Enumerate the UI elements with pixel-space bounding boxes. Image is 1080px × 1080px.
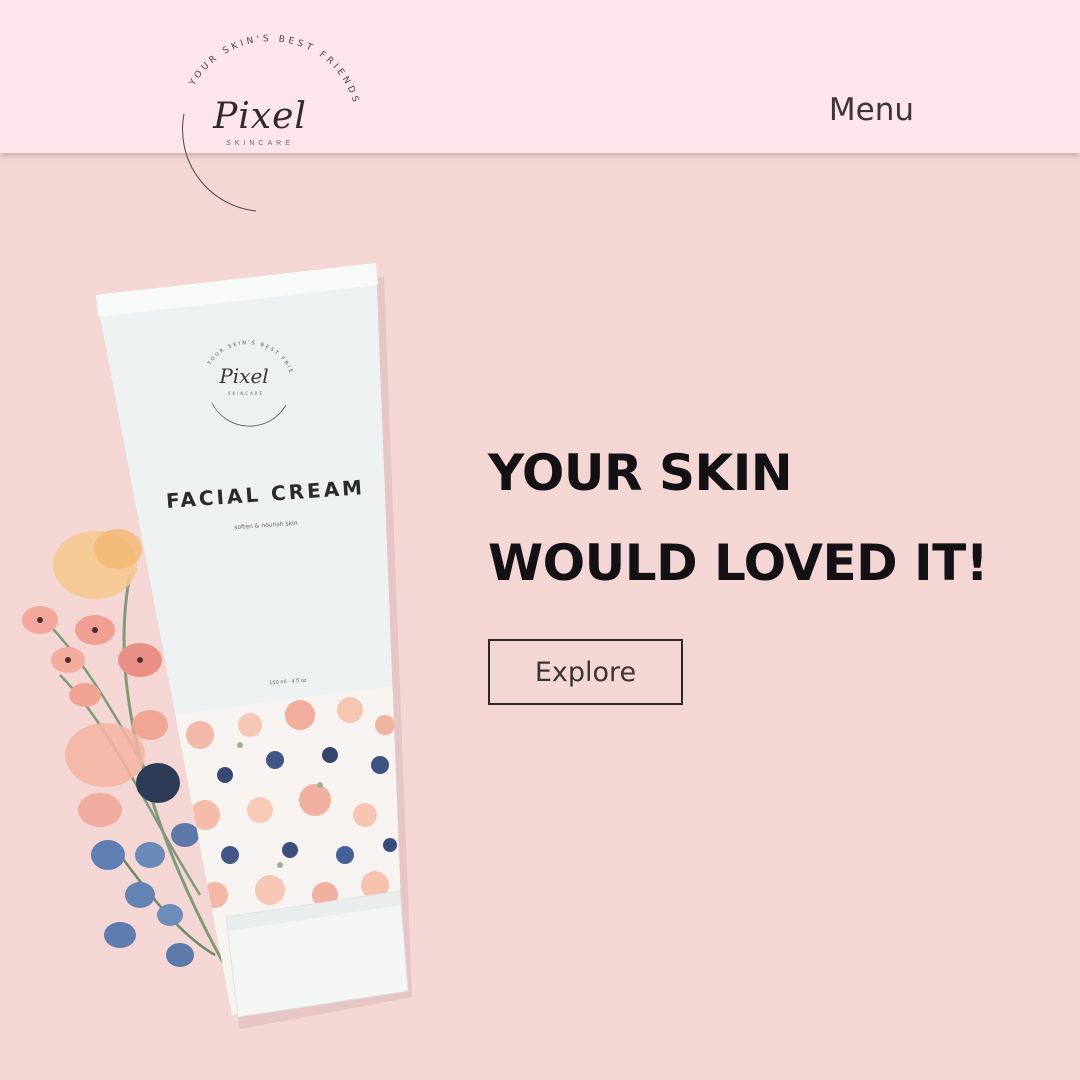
logo-subtitle: SKINCARE [226,140,294,147]
hero-headline: YOUR SKIN WOULD LOVED IT! [488,428,1068,608]
explore-button[interactable]: Explore [488,639,683,705]
brand-logo[interactable]: YOUR SKIN'S BEST FRIENDS Pixel SKINCARE [172,26,368,222]
page: YOUR SKIN'S BEST FRIENDS Pixel SKINCARE … [0,0,1080,1080]
hero-headline-line-1: YOUR SKIN [488,444,793,502]
menu-button[interactable]: Menu [829,92,914,128]
product-image: YOUR SKIN'S BEST FRIENDS Pixel SKINCARE … [0,255,412,1029]
hero-headline-line-2: WOULD LOVED IT! [488,534,989,592]
site-header [0,0,1080,153]
tube-logo-subtitle: SKINCARE [228,391,264,396]
tube-logo-wordmark: Pixel [218,364,268,388]
logo-wordmark: Pixel [213,96,307,137]
